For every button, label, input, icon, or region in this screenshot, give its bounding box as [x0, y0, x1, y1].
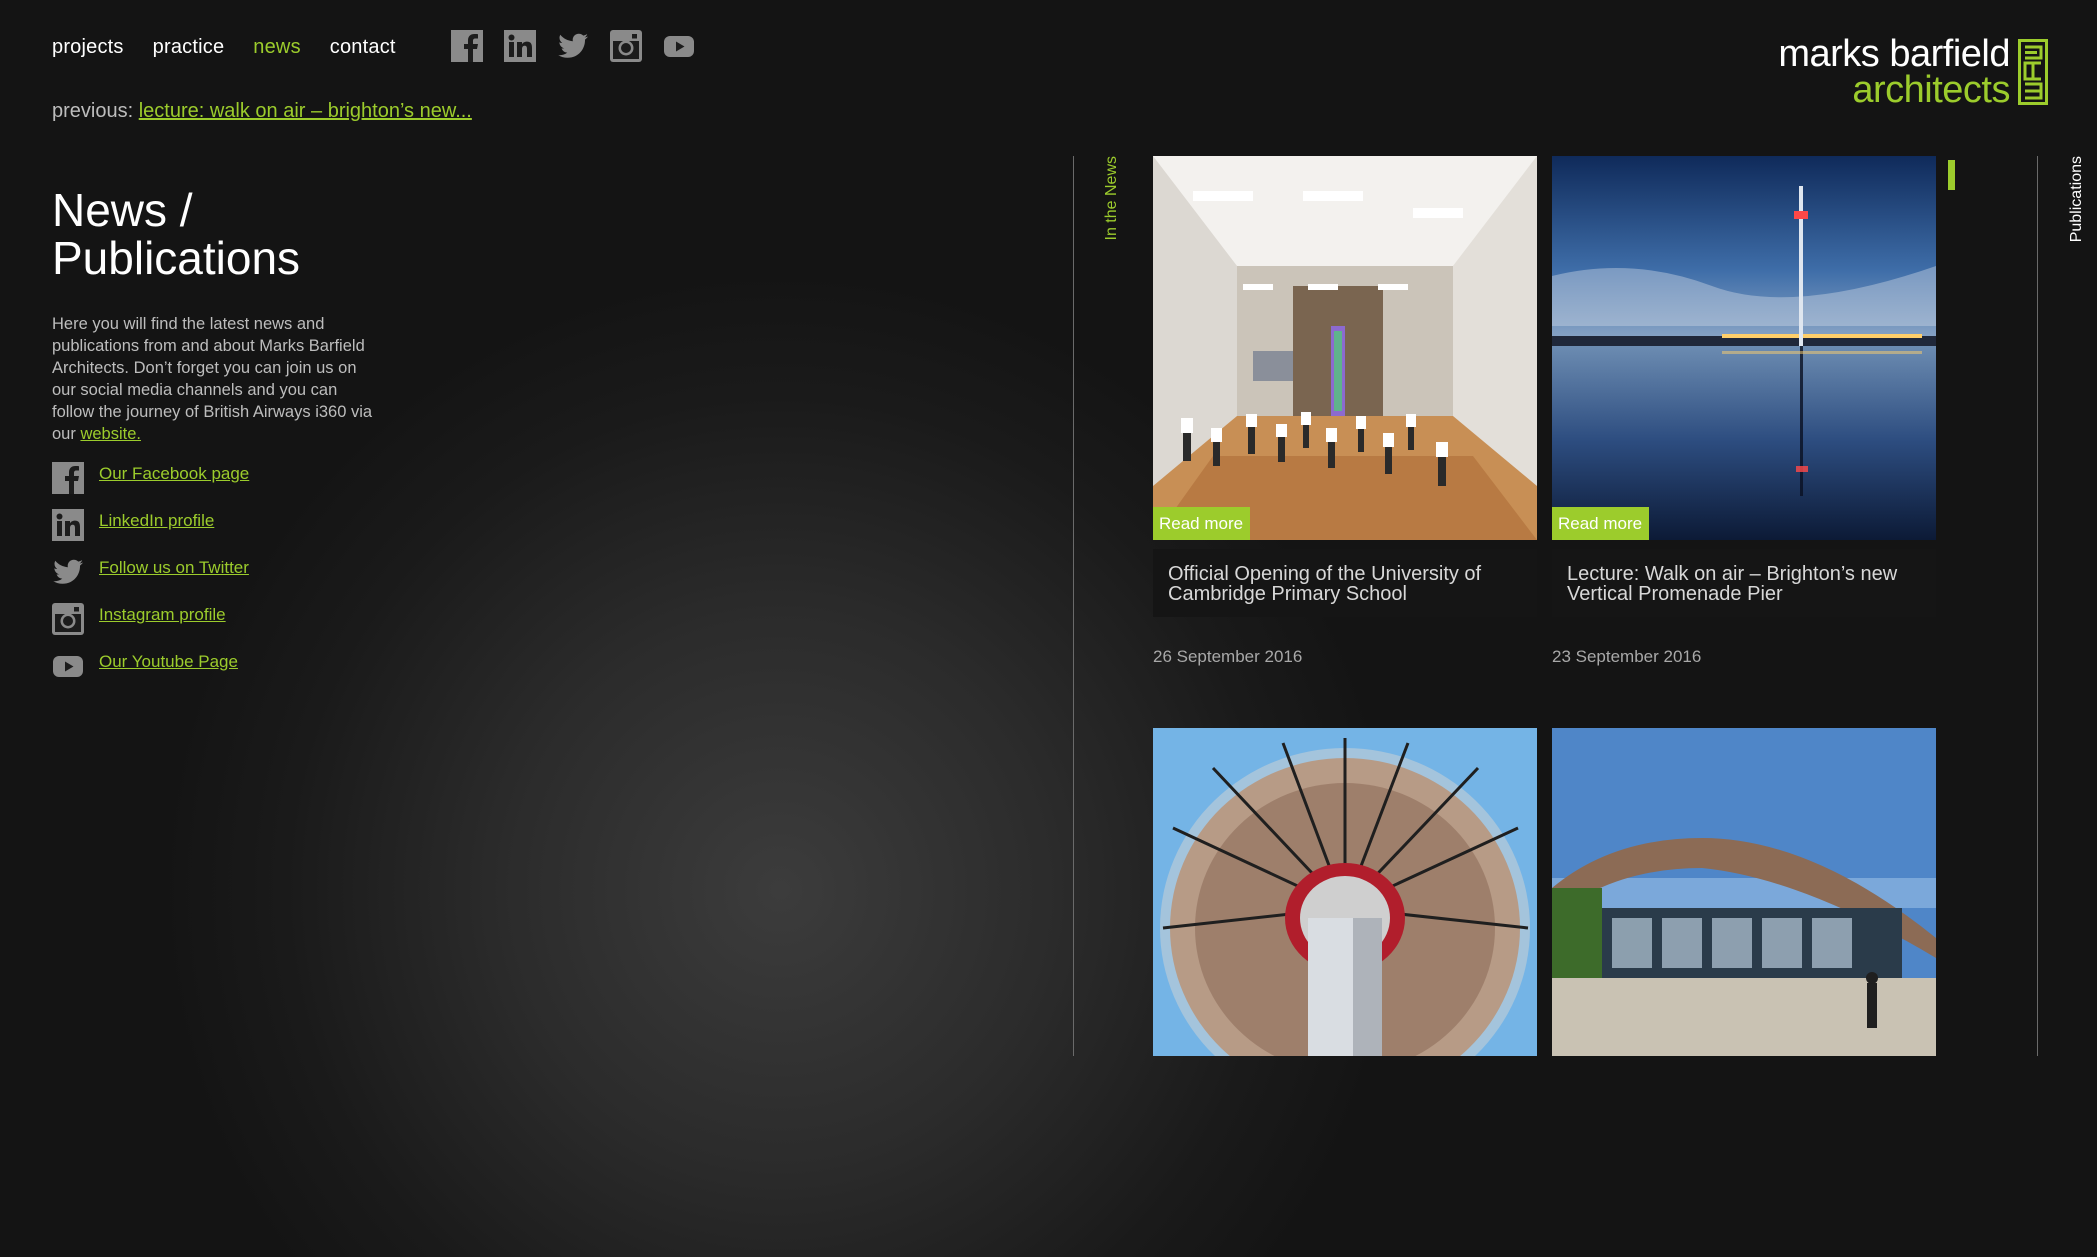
- news-card-title[interactable]: Official Opening of the University of Ca…: [1153, 549, 1537, 617]
- intro-body: Here you will find the latest news and p…: [52, 315, 373, 443]
- logo-line1: marks barfield: [1778, 33, 2010, 75]
- previous-post-link[interactable]: lecture: walk on air – brighton’s new...: [139, 100, 472, 122]
- read-more-button[interactable]: Read more: [1552, 507, 1650, 540]
- nav-news[interactable]: news: [253, 36, 301, 59]
- news-card-title[interactable]: Lecture: Walk on air – Brighton’s new Ve…: [1552, 549, 1936, 617]
- logo-mark-icon: [2018, 39, 2048, 105]
- linkedin-link[interactable]: LinkedIn profile: [99, 511, 214, 531]
- facebook-icon: [52, 462, 84, 494]
- news-card-image[interactable]: Read more: [1552, 156, 1936, 540]
- section-divider: [1073, 156, 1074, 1056]
- brighton-i360-image: [1552, 156, 1936, 540]
- section-label-publications[interactable]: Publications: [2068, 156, 2086, 242]
- social-link-row: Our Facebook page: [52, 460, 249, 507]
- read-more-button[interactable]: Read more: [1153, 507, 1251, 540]
- logo[interactable]: marks barfield architects: [1778, 33, 2048, 111]
- youtube-icon[interactable]: [663, 30, 695, 62]
- instagram-icon: [52, 603, 84, 635]
- logo-line2: architects: [1852, 69, 2010, 111]
- social-link-row: LinkedIn profile: [52, 507, 249, 554]
- instagram-icon[interactable]: [610, 30, 642, 62]
- building-canopy-image: [1552, 728, 1936, 1056]
- section-label-in-the-news[interactable]: In the News: [1103, 156, 1121, 240]
- page-title-line2: Publications: [52, 232, 301, 284]
- news-card[interactable]: [1552, 728, 1936, 1056]
- main-nav: projects practice news contact: [52, 36, 396, 59]
- news-card-image[interactable]: [1552, 728, 1936, 1056]
- linkedin-icon[interactable]: [504, 30, 536, 62]
- school-hall-image: [1153, 156, 1537, 540]
- facebook-link[interactable]: Our Facebook page: [99, 464, 249, 484]
- i360-pod-image: [1153, 728, 1537, 1056]
- page-title: News / Publications: [52, 186, 300, 282]
- nav-projects[interactable]: projects: [52, 36, 124, 59]
- scroll-indicator[interactable]: [1948, 160, 1955, 190]
- social-link-row: Follow us on Twitter: [52, 554, 249, 601]
- social-link-row: Instagram profile: [52, 601, 249, 648]
- nav-contact[interactable]: contact: [330, 36, 396, 59]
- intro-text: Here you will find the latest news and p…: [52, 313, 382, 445]
- social-icons-top: [451, 30, 695, 62]
- page-title-line1: News /: [52, 184, 193, 236]
- youtube-link[interactable]: Our Youtube Page: [99, 652, 238, 672]
- news-card-date: 23 September 2016: [1552, 647, 1702, 666]
- twitter-icon[interactable]: [557, 30, 589, 62]
- news-card-image[interactable]: [1153, 728, 1537, 1056]
- youtube-icon: [52, 650, 84, 682]
- instagram-link[interactable]: Instagram profile: [99, 605, 226, 625]
- social-links-list: Our Facebook page LinkedIn profile Follo…: [52, 460, 249, 695]
- previous-label: previous:: [52, 100, 134, 122]
- facebook-icon[interactable]: [451, 30, 483, 62]
- social-link-row: Our Youtube Page: [52, 648, 249, 695]
- website-link[interactable]: website.: [80, 425, 141, 443]
- previous-post: previous: lecture: walk on air – brighto…: [52, 100, 472, 123]
- linkedin-icon: [52, 509, 84, 541]
- news-card-image[interactable]: Read more: [1153, 156, 1537, 540]
- news-card[interactable]: Read more Official Opening of the Univer…: [1153, 156, 1537, 667]
- news-card[interactable]: [1153, 728, 1537, 1056]
- twitter-link[interactable]: Follow us on Twitter: [99, 558, 249, 578]
- news-card[interactable]: Read more Lecture: Walk on air – Brighto…: [1552, 156, 1936, 667]
- twitter-icon: [52, 556, 84, 588]
- nav-practice[interactable]: practice: [153, 36, 225, 59]
- news-card-date: 26 September 2016: [1153, 647, 1303, 666]
- section-divider: [2037, 156, 2038, 1056]
